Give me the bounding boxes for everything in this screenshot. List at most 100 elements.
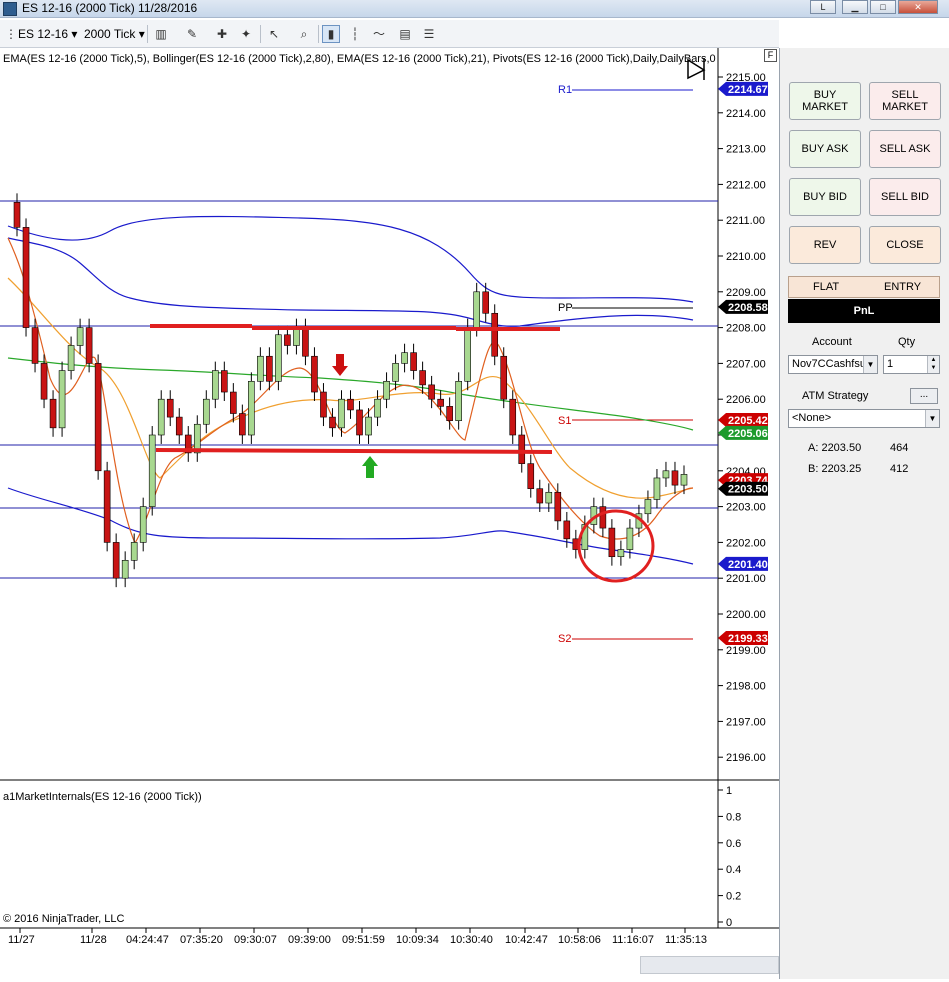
time-tick-label: 11/28 [80,934,107,946]
atm-strategy-label: ATM Strategy [802,390,869,402]
candle [347,390,354,419]
ohlc-bars-icon[interactable]: ┆ [346,25,364,43]
account-label: Account [812,336,852,348]
subpanel-axis: 1 0.8 0.6 0.4 0.2 0 [718,785,741,929]
quantity-stepper[interactable]: 1 ▲ ▼ [883,355,940,374]
candle [239,404,246,444]
svg-text:2214.67: 2214.67 [728,84,768,96]
instrument-label: ES 12-16 [18,27,69,41]
price-tick-label: 2211.00 [726,215,765,227]
atm-options-button[interactable]: ... [910,388,938,404]
candle [130,533,138,570]
sub-tick-label: 0.8 [726,811,741,823]
subpanel-label: a1MarketInternals(ES 12-16 (2000 Tick)) [3,791,202,803]
properties-icon[interactable]: ☰ [420,25,438,43]
buy-bid-button[interactable]: BUY BID [789,178,861,216]
spin-arrows-icon[interactable]: ▲ ▼ [927,356,939,373]
pencil-icon[interactable]: ✎ [183,25,201,43]
candle [518,426,526,473]
ask-size: 464 [890,442,909,454]
svg-text:2199.33: 2199.33 [728,633,768,645]
pivot-label: R1 [558,84,572,96]
candle [284,325,291,355]
sell-bid-button[interactable]: SELL BID [869,178,941,216]
candle [527,454,535,498]
save-icon[interactable]: ▤ [396,25,414,43]
time-tick-label: 04:24:47 [126,934,169,946]
qty-label: Qty [898,336,916,348]
candle [58,361,66,437]
time-tick-label: 09:30:07 [234,934,277,946]
candle [139,497,147,552]
minimize-button[interactable]: ▁ [842,0,868,14]
candle [202,390,210,434]
candle [491,304,499,366]
sell-market-button[interactable]: SELL MARKET [869,82,941,120]
bid-price: B: 2203.25 [808,463,862,475]
interval-label: 2000 Tick [84,27,136,41]
flat-label: FLAT [813,281,840,293]
cursor-icon[interactable]: ↖ [265,25,283,43]
instrument-selector[interactable]: ES 12-16 ▾ [14,24,81,44]
atm-strategy-select[interactable]: <None> ▼ [788,409,940,428]
add-indicator-icon[interactable]: ✚ [213,25,231,43]
maximize-button[interactable]: □ [870,0,896,14]
time-tick-label: 07:35:20 [180,934,223,946]
atm-value: <None> [792,412,832,424]
price-tick-label: 2210.00 [726,251,766,263]
price-marker: 2205.06 [718,425,768,440]
line-chart-icon[interactable]: 〜 [370,25,388,43]
candle [257,347,264,391]
candle [356,400,363,444]
account-select[interactable]: Nov7CCashfsu ▼ [788,355,878,374]
price-marker: 2205.42 [718,412,768,427]
candle [193,415,201,462]
indicators-label: EMA(ES 12-16 (2000 Tick),5), Bollinger(E… [3,53,716,65]
candlestick-series [13,193,688,588]
candlestick-icon[interactable]: ▮ [322,25,340,43]
candle [175,408,183,444]
bar-type-icon[interactable]: ▥ [152,25,170,43]
sub-tick-label: 0.2 [726,891,741,903]
sell-ask-button[interactable]: SELL ASK [869,130,941,168]
price-tick-label: 2203.00 [726,502,766,514]
strategy-icon[interactable]: ✦ [237,25,255,43]
price-marker: 2199.33 [718,630,768,645]
chevron-down-icon: ▼ [925,410,939,427]
window-titlebar: ES 12-16 (2000 Tick) 11/28/2016 L ▁ □ ✕ [0,0,949,18]
candle [671,461,679,495]
candle [184,426,192,462]
zoom-icon[interactable]: ⌕ [295,25,313,43]
price-tick-label: 2201.00 [726,573,766,585]
help-button[interactable]: L [810,0,836,14]
price-tick-label: 2206.00 [726,394,766,406]
pivot-label: S2 [558,633,571,645]
price-marker: 2208.58 [718,299,768,314]
chart-scrollbar[interactable] [640,956,779,974]
chart-area[interactable]: R1 PP S1 S2 2215.00 2214.00 2213.00 2212.00 221… [0,48,779,979]
pivot-label: PP [558,302,573,314]
candle [644,490,652,523]
panel-toggle-button[interactable]: F [764,49,777,62]
time-tick-label: 10:58:06 [558,934,601,946]
buy-market-button[interactable]: BUY MARKET [789,82,861,120]
buy-ask-button[interactable]: BUY ASK [789,130,861,168]
candle [22,218,30,337]
candle [374,390,381,427]
price-chart[interactable]: R1PPS1S2 2215.002214.002213.002212.00221… [0,48,779,979]
pivot-label: S1 [558,415,571,427]
interval-selector[interactable]: 2000 Tick ▾ [80,24,149,44]
close-position-button[interactable]: CLOSE [869,226,941,264]
price-tick-label: 2213.00 [726,144,766,156]
close-button[interactable]: ✕ [898,0,938,14]
bid-size: 412 [890,463,909,475]
svg-text:2203.50: 2203.50 [728,484,768,496]
candle [338,390,345,437]
copyright: © 2016 NinjaTrader, LLC [3,913,125,925]
candle [275,325,282,391]
time-axis: 11/27 11/28 04:24:47 07:35:20 09:30:07 09:39:… [8,928,707,946]
time-tick-label: 11/27 [8,934,35,946]
candle [509,390,517,444]
price-tick-label: 2202.00 [726,537,766,549]
reverse-button[interactable]: REV [789,226,861,264]
